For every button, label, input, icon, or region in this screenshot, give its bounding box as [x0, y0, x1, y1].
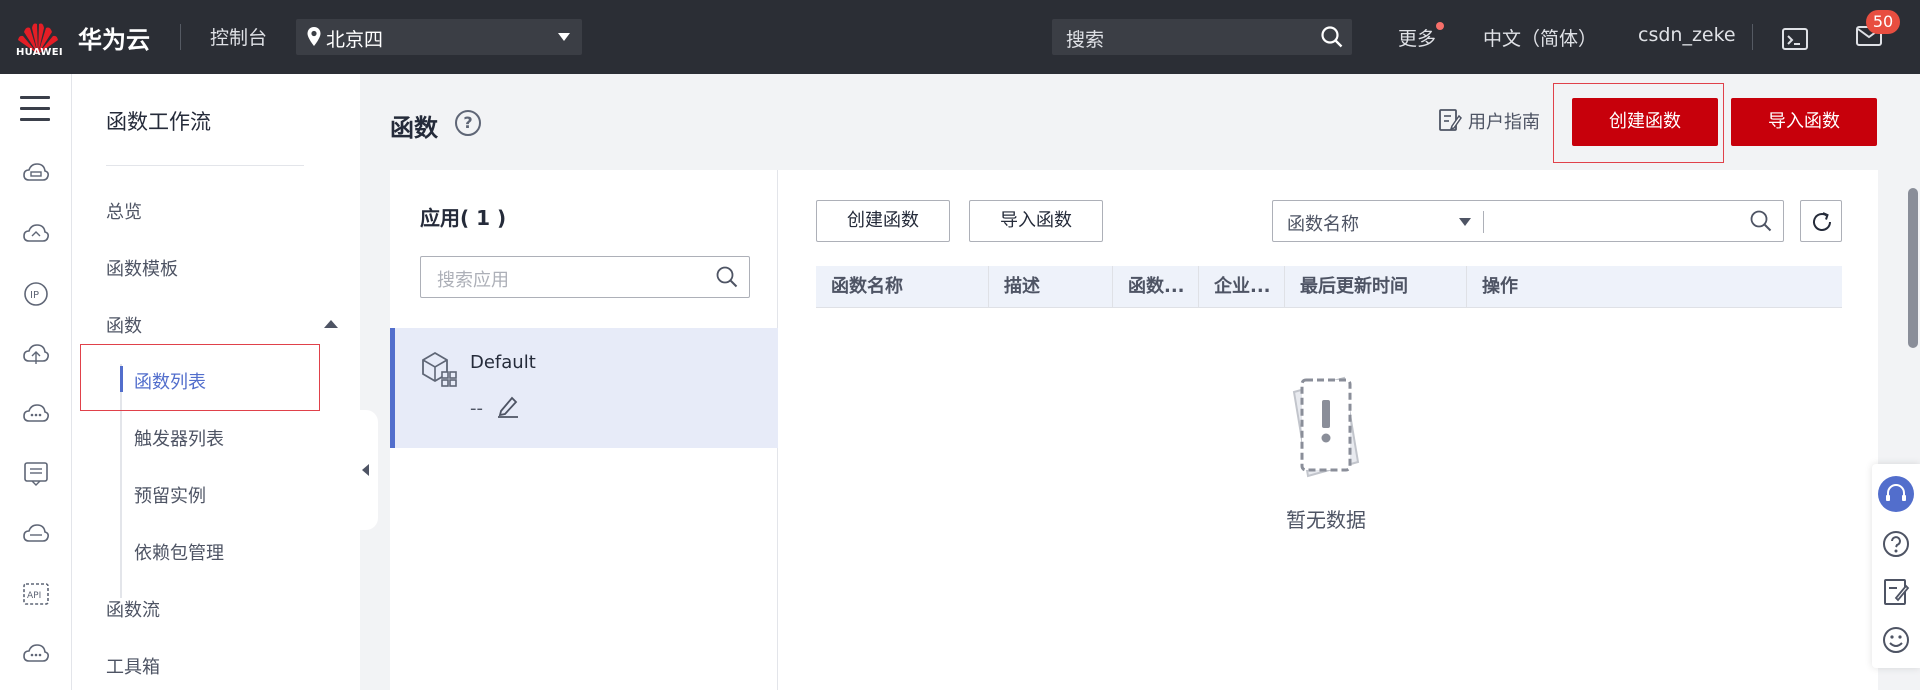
user-guide-icon[interactable]	[1438, 108, 1462, 132]
terminal-icon[interactable]	[1782, 28, 1808, 50]
column-header: 操作	[1466, 266, 1842, 308]
app-search-placeholder: 搜索应用	[437, 270, 509, 291]
region-name: 北京四	[326, 29, 384, 51]
help-icon[interactable]: ?	[455, 110, 481, 136]
top-bar: HUAWEI 华为云 控制台 北京四 搜索 更多 中文（简体） csdn_zek…	[0, 0, 1920, 74]
cloud-upload-icon[interactable]	[22, 340, 50, 368]
search-icon[interactable]	[1320, 25, 1344, 49]
logo-text: HUAWEI	[16, 47, 63, 58]
floating-tools	[1872, 464, 1920, 668]
message-count-badge: 50	[1866, 10, 1900, 34]
scrollbar-thumb[interactable]	[1908, 188, 1918, 348]
cloud-storage-icon[interactable]	[22, 520, 50, 548]
highlight-box	[80, 344, 320, 411]
search-icon[interactable]	[715, 265, 739, 289]
cloud-server-icon[interactable]	[22, 160, 50, 188]
help-circle-icon[interactable]	[1880, 528, 1912, 560]
svg-text:API: API	[27, 591, 41, 601]
refresh-button[interactable]	[1800, 200, 1842, 242]
create-function-secondary-button[interactable]: 创建函数	[816, 200, 950, 242]
brand-name[interactable]: 华为云	[78, 20, 150, 55]
column-header[interactable]: 企业...	[1198, 266, 1284, 308]
side-item-functions[interactable]: 函数	[106, 312, 142, 338]
monitor-list-icon[interactable]	[22, 460, 50, 488]
apps-header: 应用( 1 )	[420, 206, 507, 230]
notification-dot	[1436, 22, 1444, 30]
import-function-secondary-button[interactable]: 导入函数	[969, 200, 1103, 242]
chevron-left-icon	[362, 464, 369, 476]
side-item-reserved-instances[interactable]: 预留实例	[134, 482, 206, 508]
side-item-dependencies[interactable]: 依赖包管理	[134, 539, 224, 565]
global-search-input[interactable]: 搜索	[1052, 19, 1352, 55]
content-panel: 应用( 1 ) 搜索应用 Default -- 创建函数 导入函数 函数名称 函…	[390, 170, 1878, 690]
column-header[interactable]: 描述	[988, 266, 1112, 308]
app-list-item[interactable]: Default --	[390, 328, 778, 448]
app-package-icon	[422, 351, 457, 387]
empty-data-text: 暂无数据	[1286, 508, 1366, 532]
side-item-toolbox[interactable]: 工具箱	[106, 653, 160, 679]
username-menu[interactable]: csdn_zeke	[1638, 24, 1736, 46]
user-guide-link[interactable]: 用户指南	[1468, 108, 1540, 134]
chevron-up-icon[interactable]	[324, 320, 338, 328]
region-selector[interactable]: 北京四	[296, 19, 582, 55]
refresh-icon	[1813, 212, 1831, 231]
import-function-button[interactable]: 导入函数	[1731, 98, 1877, 146]
side-item-function-flow[interactable]: 函数流	[106, 596, 160, 622]
side-item-trigger-list[interactable]: 触发器列表	[134, 425, 224, 451]
column-header[interactable]: 函数名称	[816, 266, 988, 308]
chevron-down-icon	[558, 33, 570, 41]
feedback-icon[interactable]	[1880, 576, 1912, 608]
apps-list-panel: 应用( 1 ) 搜索应用 Default --	[390, 170, 778, 690]
active-indicator	[390, 328, 395, 448]
divider	[1752, 24, 1753, 50]
menu-icon[interactable]	[20, 96, 50, 129]
app-description: --	[470, 398, 483, 419]
cloud-more-icon[interactable]	[22, 400, 50, 428]
ip-icon[interactable]: IP	[22, 280, 50, 308]
search-placeholder: 搜索	[1066, 29, 1105, 51]
side-menu-title: 函数工作流	[106, 110, 211, 134]
cloud-dots-icon[interactable]	[22, 640, 50, 668]
divider	[180, 24, 181, 50]
function-filter-search[interactable]: 函数名称	[1272, 200, 1784, 242]
more-menu[interactable]: 更多	[1398, 24, 1436, 51]
highlight-box	[1553, 83, 1724, 163]
search-icon[interactable]	[1749, 209, 1773, 233]
app-search-input[interactable]: 搜索应用	[420, 256, 750, 298]
column-header[interactable]: 最后更新时间	[1284, 266, 1466, 308]
page-title: 函数	[390, 114, 438, 142]
empty-data-icon	[1292, 376, 1360, 478]
svg-text:IP: IP	[30, 290, 39, 301]
language-selector[interactable]: 中文（简体）	[1483, 24, 1597, 51]
side-item-overview[interactable]: 总览	[106, 198, 142, 224]
customer-service-button[interactable]	[1878, 476, 1914, 512]
collapse-sidebar-button[interactable]	[356, 410, 378, 530]
filter-field-select[interactable]: 函数名称	[1287, 210, 1359, 236]
chevron-down-icon	[1459, 218, 1471, 226]
api-icon[interactable]: API	[22, 580, 50, 608]
divider	[1483, 211, 1484, 233]
headset-icon	[1886, 484, 1906, 501]
console-link[interactable]: 控制台	[210, 23, 267, 50]
app-name: Default	[470, 352, 536, 373]
column-header[interactable]: 函数...	[1112, 266, 1198, 308]
smiley-icon[interactable]	[1880, 624, 1912, 656]
edit-icon[interactable]	[496, 394, 520, 418]
function-table-header: 函数名称 描述 函数... 企业... 最后更新时间 操作	[816, 266, 1842, 308]
divider	[106, 165, 304, 166]
side-item-templates[interactable]: 函数模板	[106, 255, 178, 281]
service-rail: IP API	[0, 74, 72, 690]
location-pin-icon	[307, 27, 321, 46]
cloud-icon[interactable]	[22, 220, 50, 248]
